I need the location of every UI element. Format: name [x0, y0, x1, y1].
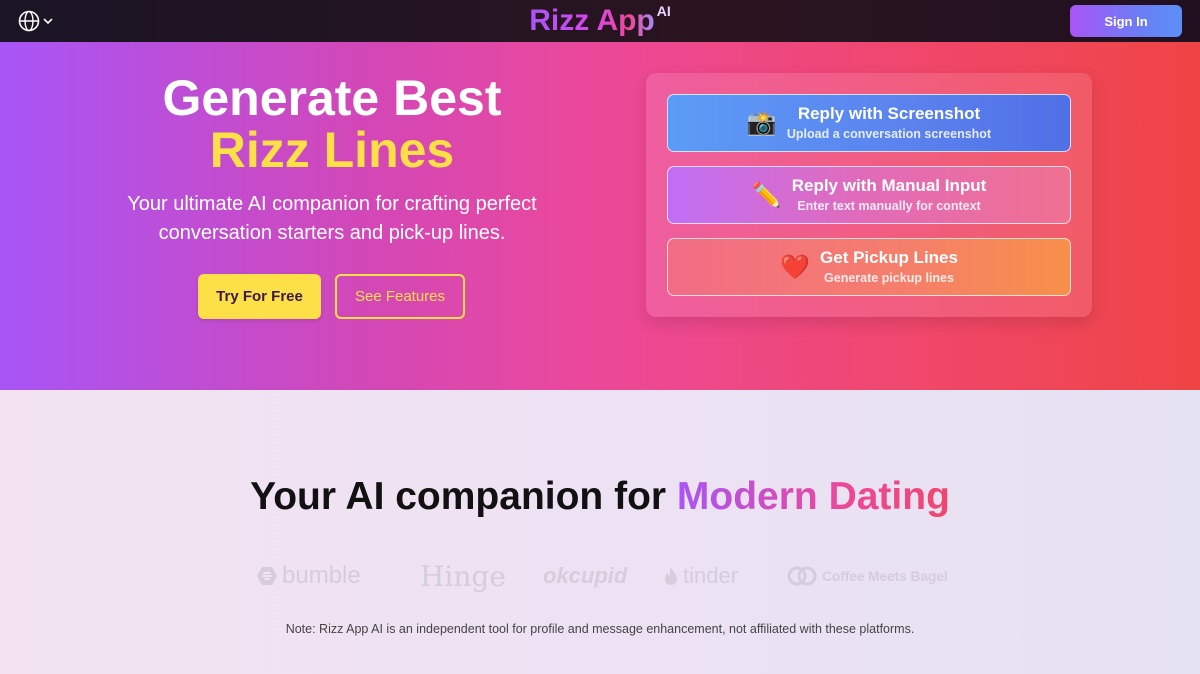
pencil-icon: ✏️	[751, 181, 782, 209]
tinder-logo-text: tinder	[683, 563, 739, 588]
hero-title-line2: Rizz Lines	[209, 122, 455, 178]
card-title: Reply with Screenshot	[797, 104, 981, 123]
companion-title-highlight: Modern Dating	[676, 475, 950, 518]
hinge-logo: Hinge	[420, 556, 506, 596]
hinge-logo-text: Hinge	[420, 559, 506, 593]
bumble-logo: bumble	[256, 556, 361, 596]
reply-options-panel: 📸 Reply with Screenshot Upload a convers…	[646, 73, 1092, 317]
brand-name: Rizz App	[529, 4, 655, 37]
card-description: Upload a conversation screenshot	[786, 127, 992, 141]
okcupid-logo: okcupid	[543, 556, 627, 596]
dating-app-logos: bumble Hinge okcupid tinder Coffee Meets…	[0, 556, 1200, 596]
hero-subtitle: Your ultimate AI companion for crafting …	[127, 193, 537, 244]
card-description: Enter text manually for context	[797, 199, 981, 213]
reply-screenshot-card[interactable]: 📸 Reply with Screenshot Upload a convers…	[667, 94, 1071, 152]
companion-title-prefix: Your AI companion for	[250, 475, 677, 518]
reply-manual-input-card[interactable]: ✏️ Reply with Manual Input Enter text ma…	[667, 166, 1071, 224]
see-features-button[interactable]: See Features	[335, 274, 465, 319]
disclaimer-note: Note: Rizz App AI is an independent tool…	[285, 622, 915, 636]
get-pickup-lines-card[interactable]: ❤️ Get Pickup Lines Generate pickup line…	[667, 238, 1071, 296]
companion-section: Your AI companion for Modern Dating bumb…	[0, 390, 1200, 674]
card-title: Get Pickup Lines	[820, 248, 958, 267]
interlocking-rings-icon	[787, 566, 817, 586]
navbar: Rizz App AI Sign In	[0, 0, 1200, 42]
brand-superscript: AI	[656, 3, 671, 19]
card-description: Generate pickup lines	[824, 271, 954, 285]
tinder-logo: tinder	[663, 556, 738, 596]
companion-title: Your AI companion for Modern Dating	[0, 474, 1200, 520]
sign-in-button[interactable]: Sign In	[1070, 5, 1182, 37]
coffee-meets-bagel-logo-text: Coffee Meets Bagel	[822, 568, 948, 584]
card-title: Reply with Manual Input	[791, 176, 987, 195]
heart-icon: ❤️	[780, 253, 810, 281]
bumble-hexagon-icon	[257, 567, 277, 585]
hero-title-line1: Generate Best	[162, 70, 502, 126]
brand-logo[interactable]: Rizz App AI	[0, 2, 1200, 40]
try-for-free-button[interactable]: Try For Free	[198, 274, 321, 319]
hero-section: Generate Best Rizz Lines Your ultimate A…	[0, 42, 1200, 390]
flame-icon	[665, 567, 677, 585]
bumble-logo-text: bumble	[282, 562, 361, 589]
coffee-meets-bagel-logo: Coffee Meets Bagel	[786, 556, 948, 596]
okcupid-logo-text: okcupid	[543, 563, 628, 588]
camera-icon: 📸	[746, 109, 777, 137]
